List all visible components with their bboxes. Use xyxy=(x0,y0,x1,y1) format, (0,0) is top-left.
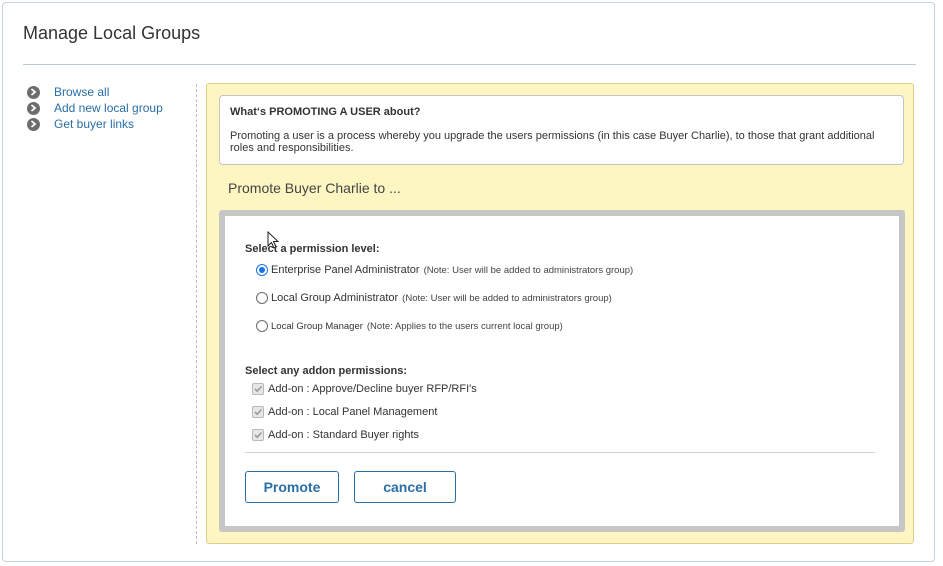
radio-note: (Note: User will be added to administrat… xyxy=(423,264,634,276)
checkbox-label: Add-on : Local Panel Management xyxy=(268,406,438,418)
radio-button[interactable] xyxy=(256,292,268,304)
radio-enterprise-panel-administrator[interactable]: Enterprise Panel Administrator (Note: Us… xyxy=(256,264,633,276)
addon-permissions-label: Select any addon permissions: xyxy=(245,365,407,377)
info-box: What‘s PROMOTING A USER about? Promoting… xyxy=(219,95,904,165)
checkbox[interactable] xyxy=(252,406,264,418)
promote-user-panel: What‘s PROMOTING A USER about? Promoting… xyxy=(206,83,914,544)
addon-local-panel-management[interactable]: Add-on : Local Panel Management xyxy=(252,406,437,418)
chevron-right-circle-icon xyxy=(27,117,40,131)
radio-label: Local Group Manager xyxy=(271,320,363,332)
checkbox[interactable] xyxy=(252,429,264,441)
sidebar-item-get-buyer-links[interactable]: Get buyer links xyxy=(27,116,192,132)
radio-note: (Note: Applies to the users current loca… xyxy=(366,320,563,332)
checkbox-label: Add-on : Standard Buyer rights xyxy=(268,429,420,441)
addon-approve-decline-rfp[interactable]: Add-on : Approve/Decline buyer RFP/RFI's xyxy=(252,383,477,395)
radio-label: Local Group Administrator xyxy=(271,292,399,304)
mouse-cursor-icon xyxy=(267,230,280,254)
info-heading: What‘s PROMOTING A USER about? xyxy=(230,106,421,118)
sidebar-item-browse-all[interactable]: Browse all xyxy=(27,84,192,100)
radio-local-group-manager[interactable]: Local Group Manager (Note: Applies to th… xyxy=(256,320,563,332)
radio-label: Enterprise Panel Administrator xyxy=(271,264,420,276)
page-title: Manage Local Groups xyxy=(23,23,201,43)
chevron-right-circle-icon xyxy=(27,85,40,99)
sidebar-item-label: Get buyer links xyxy=(54,117,135,131)
permission-form: Select a permission level: Enterprise Pa… xyxy=(225,216,899,526)
radio-button[interactable] xyxy=(256,264,268,276)
promote-heading: Promote Buyer Charlie to ... xyxy=(228,180,401,196)
form-divider xyxy=(245,452,875,453)
radio-local-group-administrator[interactable]: Local Group Administrator (Note: User wi… xyxy=(256,292,612,304)
permission-form-frame: Select a permission level: Enterprise Pa… xyxy=(219,210,905,532)
radio-button[interactable] xyxy=(256,320,268,332)
checkbox[interactable] xyxy=(252,383,264,395)
sidebar: Browse all Add new local group Get buyer… xyxy=(27,84,192,132)
title-divider xyxy=(23,64,916,65)
sidebar-item-label: Browse all xyxy=(54,85,110,99)
permission-level-label: Select a permission level: xyxy=(245,243,380,255)
sidebar-divider xyxy=(196,84,197,544)
checkbox-label: Add-on : Approve/Decline buyer RFP/RFI's xyxy=(268,383,477,395)
sidebar-item-add-new-local-group[interactable]: Add new local group xyxy=(27,100,192,116)
sidebar-item-label: Add new local group xyxy=(54,101,163,115)
info-text: Promoting a user is a process whereby yo… xyxy=(230,130,875,154)
cancel-button[interactable]: cancel xyxy=(354,471,456,503)
addon-standard-buyer-rights[interactable]: Add-on : Standard Buyer rights xyxy=(252,429,419,441)
promote-button[interactable]: Promote xyxy=(245,471,339,503)
radio-note: (Note: User will be added to administrat… xyxy=(402,292,612,304)
chevron-right-circle-icon xyxy=(27,101,40,115)
